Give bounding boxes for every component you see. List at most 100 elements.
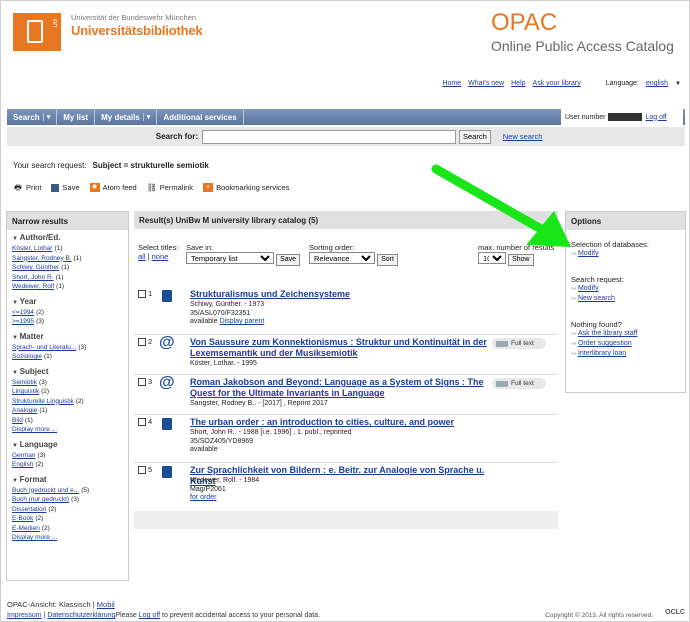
facet-link[interactable]: Analogie (12, 407, 37, 414)
permalink-action[interactable]: ⛓ Permalink (147, 183, 193, 192)
result-title-link[interactable]: Strukturalismus und Zeichensysteme (190, 289, 490, 300)
facet-link[interactable]: German (12, 452, 35, 459)
sort-button[interactable]: Sort (377, 253, 398, 266)
save-action[interactable]: Save (51, 183, 80, 192)
facet-item: Dissertation (2) (12, 505, 124, 515)
language-select[interactable]: english (646, 80, 668, 87)
facet-group-title[interactable]: Language (12, 440, 124, 449)
result-title-link[interactable]: The urban order : an introduction to cit… (190, 417, 490, 428)
facet-link[interactable]: E-Book (12, 515, 33, 522)
save-results-button[interactable]: Save (276, 253, 301, 266)
result-separator (134, 334, 558, 335)
sort-select[interactable]: Relevance (309, 252, 375, 264)
logo-text: UB (53, 19, 59, 28)
facet-link[interactable]: Sprach- und Literatu... (12, 344, 76, 351)
facet-link[interactable]: >=1995 (12, 318, 34, 325)
facet-link[interactable]: Linguistik (12, 388, 39, 395)
result-detail: 35/SOZ405/YD8969 (190, 437, 254, 445)
result-checkbox[interactable] (138, 378, 146, 386)
search-button[interactable]: Search (459, 129, 491, 144)
print-action[interactable]: 🖶 Print (13, 183, 41, 192)
chevron-down-icon[interactable]: ▾ (42, 113, 50, 121)
home-link[interactable]: Home (442, 80, 461, 87)
facet-group-title[interactable]: Matter (12, 332, 124, 341)
library-logo[interactable]: UB (13, 13, 61, 51)
facet-link[interactable]: Soziologie (12, 353, 42, 360)
mobile-view-link[interactable]: Mobil (97, 600, 115, 609)
save-in: Save in: Temporary list Save (186, 243, 301, 266)
result-checkbox[interactable] (138, 418, 146, 426)
ask-staff-link[interactable]: Ask the library staff (578, 330, 637, 337)
footer-logoff-link[interactable]: Log off (139, 612, 160, 619)
max-results-select[interactable]: 10 (478, 252, 506, 264)
modify-request-link[interactable]: Modify (578, 285, 599, 292)
facet-link[interactable]: Display more ... (12, 534, 57, 541)
help-link[interactable]: Help (511, 80, 525, 87)
ask-library-link[interactable]: Ask your library (533, 80, 581, 87)
facet-link[interactable]: Dissertation (12, 506, 46, 513)
oclc-logo-text: OCLC (665, 609, 685, 616)
privacy-link[interactable]: Datenschutzerklärung (47, 612, 115, 619)
whats-new-link[interactable]: What's new (468, 80, 504, 87)
fulltext-button[interactable]: Full text (492, 378, 546, 389)
facet-link[interactable]: Köster, Lothar (12, 245, 52, 252)
result-separator (134, 414, 558, 415)
facet-item: German (3) (12, 451, 124, 461)
facet-link[interactable]: Display more ... (12, 426, 57, 433)
facet-link[interactable]: Semiotik (12, 379, 37, 386)
interlibrary-loan-link[interactable]: Interlibrary loan (578, 350, 626, 357)
tab-additional-services[interactable]: Additional services (157, 109, 244, 125)
atom-feed-action[interactable]: ◉ Atom feed (89, 183, 137, 192)
bookmarking-action[interactable]: + Bookmarking services (203, 183, 289, 192)
nothing-found-group: Nothing found? Ask the library staff Ord… (566, 306, 685, 361)
order-suggestion-link[interactable]: Order suggestion (578, 340, 632, 347)
facet-link[interactable]: Buch (nur gedruckt) (12, 496, 69, 503)
facet-link[interactable]: Bild (12, 417, 23, 424)
save-in-select[interactable]: Temporary list (186, 252, 274, 264)
facet-link[interactable]: Buch (gedruckt und e... (12, 487, 79, 494)
facet-group-title[interactable]: Subject (12, 367, 124, 376)
bookmark-plus-icon: + (203, 183, 214, 192)
search-input[interactable] (202, 129, 456, 144)
tab-my-details[interactable]: My details ▾ (95, 109, 158, 125)
tab-my-list[interactable]: My list (57, 109, 96, 125)
new-search-options-link[interactable]: New search (578, 295, 615, 302)
facet-link[interactable]: Strukturelle Linguistik (12, 398, 74, 405)
chevron-down-icon[interactable]: ▾ (142, 113, 150, 121)
facet-group-title[interactable]: Author/Ed. (12, 233, 124, 242)
fulltext-button[interactable]: Full text (492, 338, 546, 349)
result-title-link[interactable]: Von Saussure zum Konnektionismus : Struk… (190, 337, 490, 359)
facet-group-title[interactable]: Format (12, 475, 124, 484)
options-title: Options (566, 212, 685, 230)
chevron-down-icon[interactable]: ▼ (675, 81, 681, 87)
facet-link[interactable]: Schiwy, Günther (12, 264, 59, 271)
tab-search[interactable]: Search ▾ (7, 109, 58, 125)
facet-link[interactable]: English (12, 461, 33, 468)
show-button[interactable]: Show (508, 253, 534, 266)
select-none-link[interactable]: none (152, 252, 169, 261)
result-checkbox[interactable] (138, 466, 146, 474)
result-detail: available (190, 446, 218, 453)
oclc-logo[interactable]: OCLC (665, 609, 685, 616)
result-title-link[interactable]: Roman Jakobson and Beyond: Language as a… (190, 377, 490, 399)
result-checkbox[interactable] (138, 338, 146, 346)
result-extra-link[interactable]: for order (190, 494, 216, 501)
select-all-link[interactable]: all (138, 252, 146, 261)
result-extra-link[interactable]: Display parent (220, 318, 265, 325)
result-checkbox[interactable] (138, 290, 146, 298)
modify-databases-link[interactable]: Modify (578, 250, 599, 257)
facet-link[interactable]: Sangster, Rodney B. (12, 255, 72, 262)
facet-link[interactable]: Wedewer, Rolf (12, 283, 54, 290)
facet-link[interactable]: <=1994 (12, 309, 34, 316)
search-request-group: Search request: Modify New search (566, 261, 685, 306)
fulltext-label: Full text (511, 380, 534, 387)
impressum-link[interactable]: Impressum (7, 612, 42, 619)
facet-item: >=1995 (3) (12, 317, 124, 327)
new-search-link[interactable]: New search (503, 132, 543, 141)
facet-link[interactable]: Short, John R. (12, 274, 54, 281)
logoff-link[interactable]: Log off (645, 114, 666, 121)
facet-link[interactable]: E-Medien (12, 525, 40, 532)
facet-count: (3) (36, 318, 45, 325)
result-item: 1 Strukturalismus und Zeichensysteme Schiw… (134, 289, 558, 335)
facet-group-title[interactable]: Year (12, 297, 124, 306)
